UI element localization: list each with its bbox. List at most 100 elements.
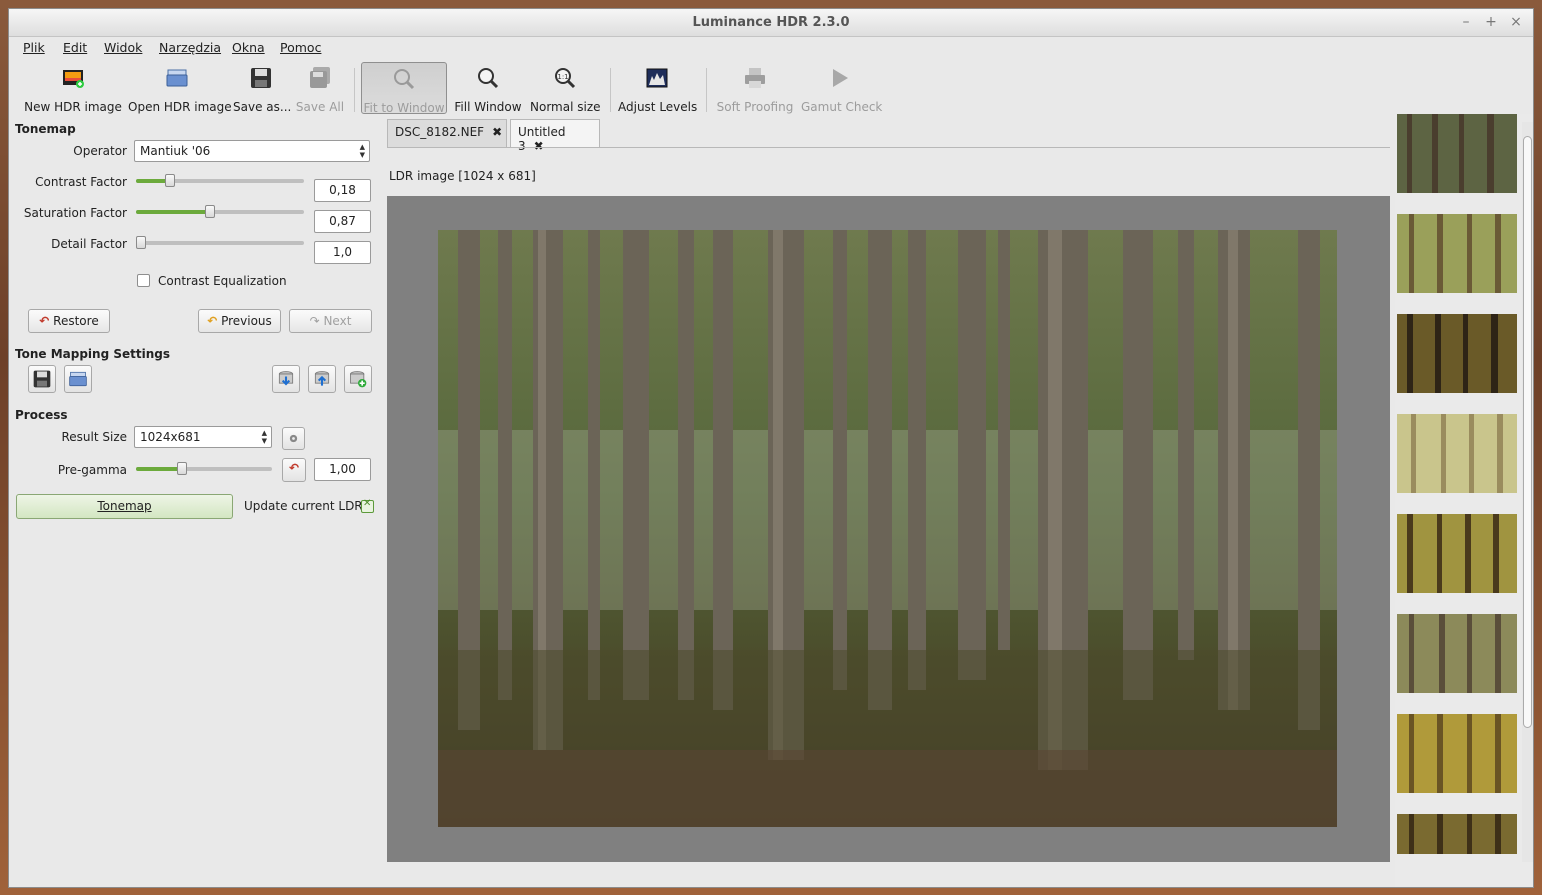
checkmark-icon: ✕ (363, 498, 372, 509)
close-icon[interactable]: × (1507, 13, 1525, 31)
update-ldr-checkbox[interactable]: ✕ (361, 498, 374, 513)
spinner-arrows-icon: ▲ ▼ (261, 429, 267, 445)
save-icon (33, 370, 51, 388)
db-import-button[interactable] (308, 365, 336, 393)
gamut-check-button[interactable]: Gamut Check (801, 62, 883, 114)
previous-label: Previous (221, 314, 272, 328)
result-size-options-button[interactable] (282, 427, 305, 450)
save-as-label: Save as... (233, 100, 292, 114)
db-export-button[interactable] (272, 365, 300, 393)
tonemap-button[interactable]: Tonemap (16, 494, 233, 519)
thumbnail[interactable] (1397, 214, 1517, 293)
gamut-check-label: Gamut Check (801, 100, 883, 114)
undo-icon: ↶ (289, 461, 300, 475)
menu-widok[interactable]: Widok (104, 40, 142, 55)
contrast-factor-label: Contrast Factor (35, 175, 127, 189)
restore-button[interactable]: ↶ Restore (28, 309, 110, 333)
normal-size-label: Normal size (530, 100, 601, 114)
save-all-button[interactable]: Save All (295, 62, 345, 114)
update-ldr-label: Update current LDR (244, 499, 363, 513)
slider-track (136, 241, 304, 245)
toolbar-separator (354, 68, 355, 112)
scrollbar-thumb[interactable] (1523, 136, 1532, 728)
saturation-factor-input[interactable]: 0,87 (314, 210, 371, 233)
next-button[interactable]: ↷ Next (289, 309, 372, 333)
tab-dsc-8182[interactable]: DSC_8182.NEF ✖ (387, 119, 507, 147)
contrast-factor-input[interactable]: 0,18 (314, 179, 371, 202)
fill-window-button[interactable]: Fill Window (453, 62, 523, 114)
thumbnail[interactable] (1397, 114, 1517, 193)
result-size-value: 1024x681 (140, 430, 201, 444)
main-toolbar: New HDR image Open HDR image Save as... (9, 60, 1533, 117)
next-label: Next (323, 314, 352, 328)
app-window: Luminance HDR 2.3.0 – + × Plik Edit Wido… (8, 8, 1534, 888)
pregamma-input[interactable]: 1,00 (314, 458, 371, 481)
contrast-factor-slider[interactable] (136, 173, 304, 189)
forest-photo (438, 230, 1337, 827)
database-add-icon (350, 371, 367, 388)
contrast-equalization-checkbox[interactable] (137, 274, 150, 287)
gamut-icon (833, 69, 848, 87)
normal-size-button[interactable]: 1:1 Normal size (530, 62, 601, 114)
minimize-icon[interactable]: – (1457, 13, 1475, 31)
slider-handle[interactable] (136, 236, 146, 249)
pregamma-label: Pre-gamma (57, 463, 127, 477)
slider-handle[interactable] (177, 462, 188, 475)
operator-select[interactable]: Mantiuk '06 ▲ ▼ (134, 140, 370, 162)
result-size-label: Result Size (61, 430, 127, 444)
detail-factor-input[interactable]: 1,0 (314, 241, 371, 264)
open-hdr-label: Open HDR image (128, 100, 232, 114)
result-size-select[interactable]: 1024x681 ▲ ▼ (134, 426, 272, 448)
open-hdr-button[interactable]: Open HDR image (128, 62, 232, 114)
saturation-factor-slider[interactable] (136, 204, 304, 220)
thumbnail-strip (1395, 114, 1533, 887)
menu-edit[interactable]: Edit (63, 40, 87, 55)
title-bar: Luminance HDR 2.3.0 – + × (9, 9, 1533, 37)
undo-icon: ↶ (39, 314, 50, 328)
pregamma-reset-button[interactable]: ↶ (282, 458, 306, 482)
adjust-levels-button[interactable]: Adjust Levels (618, 62, 697, 114)
thumbnail-scrollbar[interactable] (1522, 122, 1533, 862)
slider-handle[interactable] (204, 205, 215, 218)
zoom-fill-icon (478, 68, 499, 89)
open-icon (69, 371, 87, 387)
slider-fill (136, 467, 183, 471)
thumbnail[interactable] (1397, 414, 1517, 493)
thumbnail[interactable] (1397, 514, 1517, 593)
menu-plik[interactable]: Plik (23, 40, 45, 55)
save-as-button[interactable]: Save as... (233, 62, 292, 114)
thumbnail[interactable] (1397, 714, 1517, 793)
soft-proofing-label: Soft Proofing (716, 100, 794, 114)
previous-button[interactable]: ↶ Previous (198, 309, 281, 333)
tab-untitled-3[interactable]: Untitled 3 ✖ (510, 119, 600, 153)
menu-narzedzia[interactable]: Narzędzia (159, 40, 221, 55)
save-settings-button[interactable] (28, 365, 56, 393)
db-add-button[interactable] (344, 365, 372, 393)
load-settings-button[interactable] (64, 365, 92, 393)
slider-handle[interactable] (164, 174, 175, 187)
pregamma-slider[interactable] (136, 461, 272, 477)
menu-pomoc[interactable]: Pomoc (280, 40, 321, 55)
close-tab-icon[interactable]: ✖ (492, 125, 502, 139)
toolbar-separator (706, 68, 707, 112)
menu-okna[interactable]: Okna (232, 40, 265, 55)
tone-mapping-settings-heading: Tone Mapping Settings (15, 347, 170, 361)
tab-divider (387, 147, 1390, 148)
thumbnail[interactable] (1397, 314, 1517, 393)
detail-factor-slider[interactable] (136, 235, 304, 251)
fill-window-label: Fill Window (454, 100, 522, 114)
close-tab-icon[interactable]: ✖ (534, 139, 544, 153)
image-area: DSC_8182.NEF ✖ Untitled 3 ✖ LDR image [102… (387, 119, 1390, 887)
thumbnail[interactable] (1397, 614, 1517, 693)
previous-icon: ↶ (207, 314, 218, 328)
thumbnail[interactable] (1397, 814, 1517, 854)
database-download-icon (278, 371, 294, 386)
window-title: Luminance HDR 2.3.0 (692, 15, 850, 30)
image-viewer[interactable] (387, 196, 1390, 862)
new-hdr-button[interactable]: New HDR image (23, 62, 123, 114)
open-icon (166, 69, 188, 87)
maximize-icon[interactable]: + (1482, 13, 1500, 31)
soft-proofing-button[interactable]: Soft Proofing (715, 62, 795, 114)
fit-window-label: Fit to Window (363, 101, 445, 115)
fit-window-button[interactable]: Fit to Window (361, 62, 447, 115)
